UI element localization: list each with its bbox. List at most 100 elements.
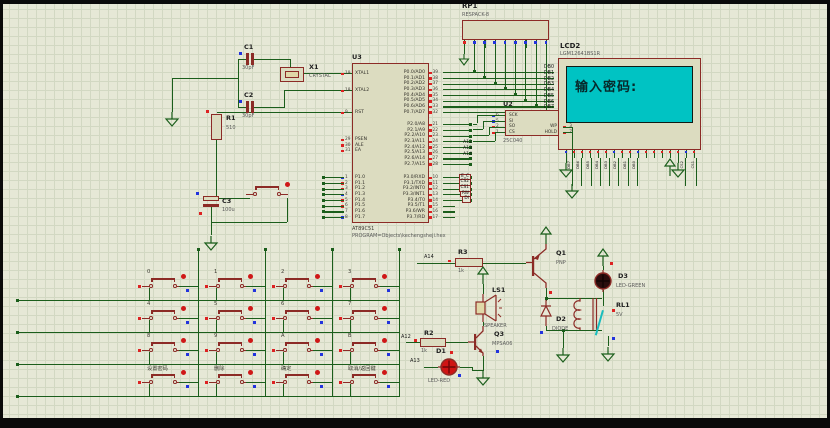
button-actuator-dot[interactable]	[382, 274, 387, 279]
mcu-pin: 8P1.7	[355, 215, 365, 221]
button-actuator-dot[interactable]	[285, 182, 290, 187]
wire	[443, 72, 554, 73]
keypad-key[interactable]: 删除	[205, 364, 272, 396]
push-button[interactable]	[282, 376, 312, 386]
keypad-key[interactable]: 3	[339, 268, 406, 300]
power-icon	[477, 266, 489, 284]
keypad-key-label: 7	[348, 301, 351, 307]
wire	[216, 288, 217, 300]
keypad-key[interactable]: 9	[205, 332, 272, 364]
q1-value: PNP	[556, 260, 566, 266]
lcd2-body[interactable]: 输入密码:	[558, 58, 701, 150]
wire	[149, 288, 150, 300]
button-actuator-dot[interactable]	[248, 274, 253, 279]
push-button[interactable]	[148, 376, 178, 386]
u3-mcu-body[interactable]: 19XTAL1 18XTAL2 9RST 29PSEN30ALE31EA 1P1…	[352, 63, 429, 223]
button-actuator-dot[interactable]	[181, 306, 186, 311]
c3-plate	[203, 204, 219, 207]
c1-capacitor[interactable]	[246, 53, 249, 65]
d3-led[interactable]	[592, 270, 614, 292]
keypad-key-label: 3	[348, 269, 351, 275]
button-actuator-dot[interactable]	[248, 338, 253, 343]
push-button[interactable]	[282, 312, 312, 322]
push-button[interactable]	[215, 280, 245, 290]
push-button[interactable]	[215, 344, 245, 354]
d1-value: LED-RED	[428, 378, 450, 384]
keypad-key[interactable]: 取消/返回键	[339, 364, 406, 396]
u2-ref: U2	[503, 100, 513, 108]
c3-capacitor[interactable]	[203, 196, 219, 201]
rl1-relay-coil[interactable]	[574, 296, 604, 332]
ls1-speaker[interactable]	[472, 294, 498, 322]
q1-pnp-transistor[interactable]	[526, 244, 548, 288]
push-button[interactable]	[148, 344, 178, 354]
push-button[interactable]	[349, 280, 379, 290]
window-bottom-edge	[0, 418, 830, 428]
push-button[interactable]	[148, 312, 178, 322]
keypad-key-label: 设置密码	[147, 365, 168, 372]
wire	[350, 352, 351, 364]
wire	[380, 382, 399, 383]
r2-resistor[interactable]	[420, 338, 446, 347]
keypad-key-label: 2	[281, 269, 284, 275]
push-button[interactable]	[215, 312, 245, 322]
d2-diode[interactable]	[539, 300, 553, 326]
rp1-respack-body[interactable]	[462, 20, 549, 40]
wire	[179, 286, 198, 287]
c2-capacitor[interactable]	[246, 101, 249, 113]
u2-right-pins: WP3HOLD7	[531, 124, 557, 135]
q3-npn-transistor[interactable]	[468, 326, 490, 356]
keypad-key[interactable]: 6	[272, 300, 339, 332]
button-actuator-dot[interactable]	[248, 306, 253, 311]
wire	[443, 124, 471, 125]
push-button[interactable]	[349, 312, 379, 322]
keypad-key[interactable]: 0	[138, 268, 205, 300]
push-button[interactable]	[349, 376, 379, 386]
keypad-key[interactable]: A	[272, 332, 339, 364]
net-label: DB3	[604, 161, 608, 169]
push-button[interactable]	[349, 344, 379, 354]
button-actuator-dot[interactable]	[382, 370, 387, 375]
wire	[497, 132, 505, 133]
button-actuator-dot[interactable]	[181, 274, 186, 279]
reset-button[interactable]	[252, 188, 282, 198]
keypad-key[interactable]: 设置密码	[138, 364, 205, 396]
button-actuator-dot[interactable]	[315, 338, 320, 343]
keypad-key[interactable]: 确定	[272, 364, 339, 396]
button-actuator-dot[interactable]	[382, 306, 387, 311]
button-actuator-dot[interactable]	[181, 338, 186, 343]
net-a14: A14	[424, 254, 434, 260]
keypad-key[interactable]: 7	[339, 300, 406, 332]
keypad-key[interactable]: 4	[138, 300, 205, 332]
keypad-key[interactable]: 1	[205, 268, 272, 300]
push-button[interactable]	[282, 280, 312, 290]
u3-ref: U3	[352, 53, 362, 61]
mcu-pin: P2.7/A1528	[404, 162, 425, 168]
wire	[443, 78, 554, 79]
keypad-key[interactable]: 8	[138, 332, 205, 364]
push-button[interactable]	[282, 344, 312, 354]
x1-crystal[interactable]	[280, 67, 304, 82]
push-button[interactable]	[215, 376, 245, 386]
keypad-key-label: 0	[147, 269, 150, 275]
r1-resistor[interactable]	[211, 114, 222, 140]
keypad-key[interactable]: B	[339, 332, 406, 364]
rp1-pins	[464, 40, 547, 48]
q1-ref: Q1	[556, 249, 566, 257]
push-button[interactable]	[148, 280, 178, 290]
mcu-p2-pins: P2.0/A821P2.1/A922P2.2/A1023P2.3/A1124P2…	[404, 122, 425, 168]
keypad-key[interactable]: 2	[272, 268, 339, 300]
d1-led[interactable]	[438, 356, 460, 378]
button-actuator-dot[interactable]	[181, 370, 186, 375]
button-actuator-dot[interactable]	[248, 370, 253, 375]
wire	[443, 206, 455, 207]
button-actuator-dot[interactable]	[315, 274, 320, 279]
x1-value: CRYSTAL	[309, 73, 331, 79]
power-icon	[540, 226, 552, 244]
keypad-key[interactable]: 5	[205, 300, 272, 332]
button-actuator-dot[interactable]	[382, 338, 387, 343]
c2-ref: C2	[244, 91, 253, 99]
button-actuator-dot[interactable]	[315, 306, 320, 311]
keypad-key-label: A	[281, 333, 285, 339]
button-actuator-dot[interactable]	[315, 370, 320, 375]
